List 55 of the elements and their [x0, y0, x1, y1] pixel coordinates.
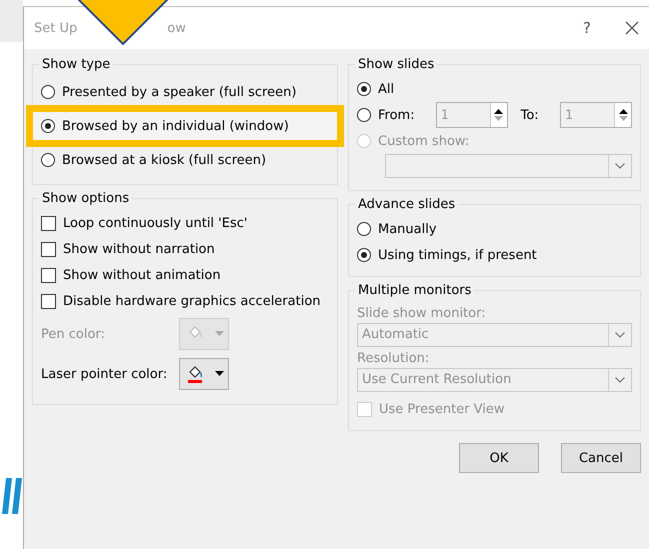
dialog-title: Set Up [34, 20, 78, 36]
option-label: Show without narration [63, 242, 215, 256]
option-label: Loop continuously until 'Esc' [63, 216, 248, 230]
option-label: Using timings, if present [378, 248, 537, 262]
caret-icon [214, 371, 224, 377]
dialog-button[interactable]: Cancel [561, 443, 641, 473]
radio-button[interactable] [357, 222, 371, 236]
color-picker-button[interactable] [179, 358, 229, 390]
chevron-icon [615, 332, 625, 338]
option-label: All [378, 82, 394, 96]
option-label: Browsed at a kiosk (full screen) [62, 152, 266, 168]
chevron-icon [615, 377, 625, 383]
logo-fragment-icon [2, 478, 22, 514]
spin-field[interactable]: 1 [560, 102, 632, 128]
option-label: Disable hardware graphics acceleration [63, 294, 321, 308]
group-label: Show slides [357, 57, 436, 72]
checkbox[interactable] [41, 268, 56, 282]
field-label: Slide show monitor: [357, 306, 487, 321]
option-label: Use Presenter View [379, 402, 505, 416]
radio-button[interactable] [41, 153, 55, 167]
up-arrow-icon [494, 109, 504, 114]
radio-button[interactable] [41, 119, 55, 133]
color-picker-button[interactable] [179, 318, 229, 350]
radio-button[interactable] [41, 85, 55, 99]
down-arrow-icon [618, 116, 628, 121]
option-label: Laser pointer color: [41, 366, 168, 382]
dialog-button[interactable]: OK [459, 443, 539, 473]
option-label: Pen color: [41, 326, 106, 342]
option-label: Custom show: [378, 134, 470, 148]
group-label: Multiple monitors [357, 283, 472, 298]
caret-icon [214, 331, 224, 337]
option-label: Presented by a speaker (full screen) [62, 84, 296, 100]
radio-button[interactable] [357, 82, 371, 96]
help-button[interactable]: ? [583, 19, 591, 37]
checkbox[interactable] [41, 216, 56, 230]
group-label: Show options [41, 191, 130, 206]
down-arrow-icon [494, 116, 504, 121]
dialog-title: ow [167, 20, 186, 36]
field-label: Resolution: [357, 351, 430, 366]
checkbox[interactable] [41, 294, 56, 308]
up-arrow-icon [618, 109, 628, 114]
option-label: To: [520, 108, 539, 122]
option-label: Manually [378, 222, 437, 236]
group-label: Advance slides [357, 197, 456, 212]
radio-button[interactable] [357, 248, 371, 262]
chevron-icon [615, 163, 625, 169]
callout-arrow-icon [76, 0, 170, 46]
group-label: Show type [41, 57, 112, 72]
radio-button[interactable] [357, 108, 371, 122]
option-label: From: [378, 108, 415, 122]
spin-field[interactable]: 1 [436, 102, 508, 128]
close-icon[interactable] [625, 21, 639, 35]
checkbox[interactable] [41, 242, 56, 256]
option-label: Show without animation [63, 268, 221, 282]
option-label: Browsed by an individual (window) [62, 118, 289, 134]
